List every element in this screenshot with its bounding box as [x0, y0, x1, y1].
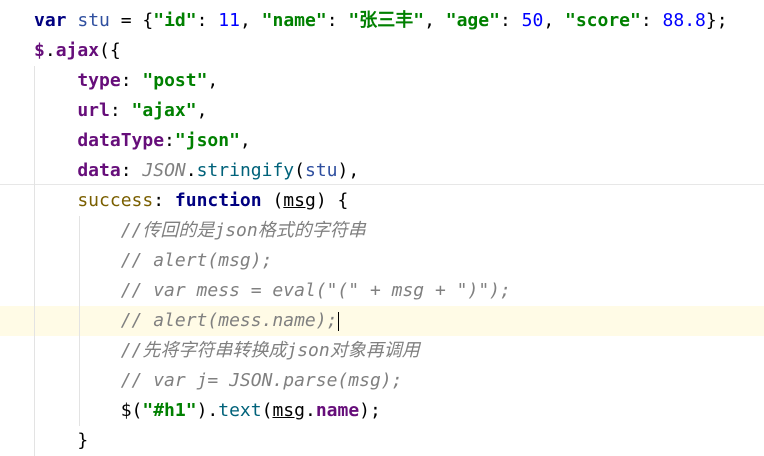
code-token: ({: [99, 40, 121, 61]
code-token: :: [120, 160, 143, 181]
code-token: 50: [521, 10, 544, 31]
code-token: ) {: [315, 190, 349, 211]
code-token: // alert(msg);: [34, 250, 273, 271]
code-token: ,: [239, 130, 251, 151]
code-token: "json": [174, 130, 240, 151]
code-line[interactable]: type: "post",: [0, 66, 764, 96]
code-token: stu: [304, 160, 338, 181]
code-token: stringify: [196, 160, 295, 181]
code-token: type: [34, 70, 121, 91]
code-text[interactable]: //先将字符串转换成json对象再调用: [34, 336, 420, 366]
code-text[interactable]: var stu = {"id": 11, "name": "张三丰", "age…: [34, 6, 728, 36]
code-token: //先将字符串转换成json对象再调用: [34, 340, 420, 361]
code-token: .: [304, 400, 316, 421]
code-token: :: [499, 10, 522, 31]
code-token: }: [34, 430, 89, 451]
code-token: 11: [218, 10, 240, 31]
code-line[interactable]: url: "ajax",: [0, 96, 764, 126]
code-token: success: [34, 190, 154, 211]
code-token: $(: [34, 400, 143, 421]
code-token: text: [218, 400, 262, 421]
code-editor[interactable]: var stu = {"id": 11, "name": "张三丰", "age…: [0, 0, 764, 456]
code-token: ,: [207, 70, 219, 91]
code-line[interactable]: data: JSON.stringify(stu),: [0, 156, 764, 186]
code-token: .: [185, 160, 197, 181]
code-line[interactable]: dataType:"json",: [0, 126, 764, 156]
code-token: "post": [142, 70, 208, 91]
code-token: // var mess = eval("(" + msg + ")");: [34, 280, 511, 301]
code-token: .: [44, 40, 56, 61]
code-token: = {: [109, 10, 154, 31]
code-text[interactable]: // var mess = eval("(" + msg + ")");: [34, 276, 511, 306]
code-token: );: [359, 400, 381, 421]
code-line[interactable]: // alert(msg);: [0, 246, 764, 276]
code-text[interactable]: data: JSON.stringify(stu),: [34, 156, 359, 186]
code-token: };: [705, 10, 728, 31]
code-token: :: [196, 10, 219, 31]
code-token: ).: [196, 400, 219, 421]
code-token: //传回的是json格式的字符串: [34, 220, 366, 241]
code-token: "张三丰": [348, 10, 425, 31]
code-line[interactable]: //传回的是json格式的字符串: [0, 216, 764, 246]
code-token: data: [34, 160, 121, 181]
code-token: // var j= JSON.parse(msg);: [34, 370, 403, 391]
code-token: dataType: [34, 130, 165, 151]
code-text[interactable]: // var j= JSON.parse(msg);: [34, 366, 403, 396]
code-token: // alert(mess.name);: [34, 310, 338, 331]
code-token: "age": [445, 10, 500, 31]
code-token: function: [174, 190, 262, 211]
code-token: url: [34, 100, 110, 121]
code-token: ),: [337, 160, 360, 181]
code-text[interactable]: $("#h1").text(msg.name);: [34, 396, 381, 426]
code-token: "#h1": [142, 400, 197, 421]
code-line[interactable]: //先将字符串转换成json对象再调用: [0, 336, 764, 366]
code-line[interactable]: success: function (msg) {: [0, 186, 764, 216]
code-text[interactable]: //传回的是json格式的字符串: [34, 216, 366, 246]
code-token: JSON: [142, 160, 186, 181]
code-token: msg: [272, 400, 305, 421]
code-token: ,: [543, 10, 565, 31]
code-token: 88.8: [662, 10, 706, 31]
code-token: :: [326, 10, 349, 31]
code-token: $: [34, 40, 45, 61]
code-text[interactable]: type: "post",: [34, 66, 218, 96]
code-line[interactable]: var stu = {"id": 11, "name": "张三丰", "age…: [0, 6, 764, 36]
code-text[interactable]: success: function (msg) {: [34, 186, 348, 216]
code-text[interactable]: dataType:"json",: [34, 126, 251, 156]
code-token: "name": [261, 10, 327, 31]
code-token: var: [34, 10, 78, 31]
code-token: ,: [196, 100, 208, 121]
code-token: stu: [77, 10, 110, 31]
code-text[interactable]: // alert(mess.name);: [34, 306, 340, 336]
code-token: "ajax": [131, 100, 197, 121]
code-line[interactable]: // var j= JSON.parse(msg);: [0, 366, 764, 396]
code-text[interactable]: }: [34, 426, 88, 456]
code-line[interactable]: }: [0, 426, 764, 456]
code-text[interactable]: // alert(msg);: [34, 246, 273, 276]
code-token: msg: [283, 190, 316, 211]
code-token: :: [640, 10, 663, 31]
code-token: ajax: [55, 40, 100, 61]
code-line[interactable]: $.ajax({: [0, 36, 764, 66]
code-token: "id": [153, 10, 197, 31]
code-token: ,: [239, 10, 262, 31]
code-token: :: [153, 190, 175, 211]
code-line[interactable]: // var mess = eval("(" + msg + ")");: [0, 276, 764, 306]
code-token: :: [120, 70, 143, 91]
code-text[interactable]: $.ajax({: [34, 36, 121, 66]
code-line-current[interactable]: // alert(mess.name);: [0, 306, 764, 336]
code-token: :: [109, 100, 132, 121]
code-token: name: [315, 400, 360, 421]
code-text[interactable]: url: "ajax",: [34, 96, 207, 126]
code-token: ,: [424, 10, 446, 31]
code-token: (: [261, 400, 273, 421]
code-token: "score": [565, 10, 641, 31]
code-token: (: [261, 190, 284, 211]
text-cursor: [338, 311, 340, 331]
code-token: :: [164, 130, 175, 151]
code-token: (: [294, 160, 305, 181]
code-line[interactable]: $("#h1").text(msg.name);: [0, 396, 764, 426]
